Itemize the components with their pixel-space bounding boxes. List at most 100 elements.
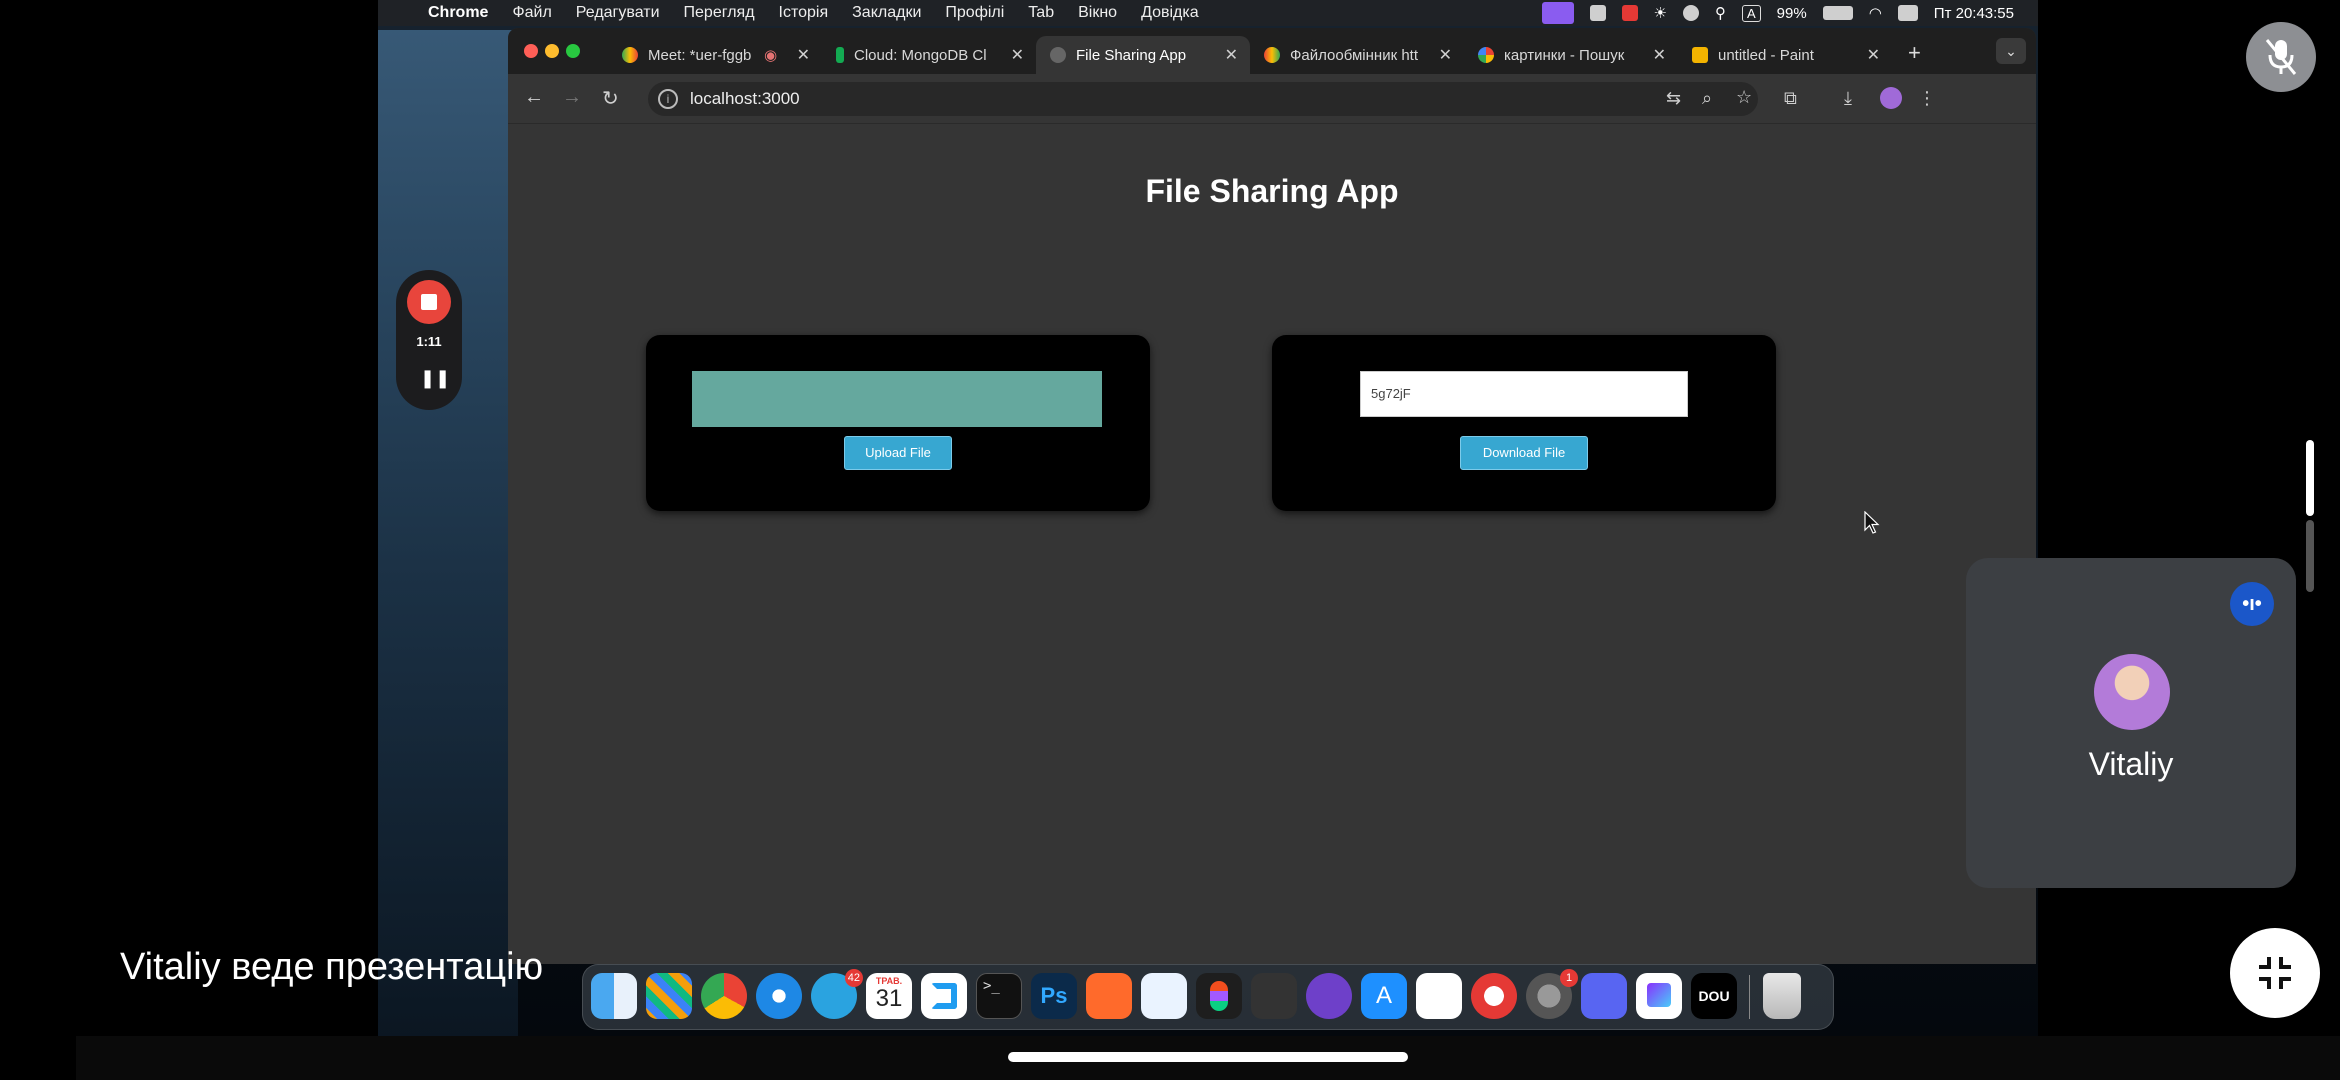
tab-file-sharing-app[interactable]: File Sharing App ✕ (1036, 36, 1250, 74)
close-tab-icon[interactable]: ✕ (1653, 45, 1666, 65)
recording-time: 1:11 (416, 334, 442, 349)
tab-google-images[interactable]: картинки - Пошук ✕ (1464, 36, 1678, 74)
colorful-favicon-icon (1264, 47, 1280, 63)
url-text[interactable]: localhost:3000 (690, 89, 800, 109)
tab-title: Cloud: MongoDB Cl (854, 46, 987, 64)
browser-window: Meet: *uer-fggb ◉ ✕ Cloud: MongoDB Cl ✕ … (508, 28, 2036, 964)
input-source-icon[interactable]: A (1741, 4, 1761, 22)
bookmark-star-icon[interactable]: ☆ (1736, 87, 1752, 108)
dou-icon[interactable]: DOU (1691, 973, 1737, 1019)
system-settings-icon[interactable]: 1 (1526, 969, 1578, 1019)
github-icon[interactable] (1306, 973, 1352, 1019)
participant-tile[interactable]: •ı• Vitaliy (1966, 558, 2296, 888)
vscode-icon[interactable] (921, 973, 967, 1019)
status-icon[interactable] (1621, 5, 1638, 21)
mic-muted-icon[interactable] (2246, 22, 2316, 92)
app-store-icon[interactable]: A (1361, 973, 1407, 1019)
translate-icon[interactable]: ⇆ (1666, 88, 1681, 109)
back-button[interactable]: ← (524, 86, 544, 109)
menu-file[interactable]: Файл (512, 4, 551, 22)
close-tab-icon[interactable]: ✕ (1225, 45, 1238, 65)
calendar-icon[interactable]: ТРАВ. 31 (866, 973, 912, 1019)
download-icon[interactable]: ⤓ (1844, 88, 1852, 109)
reminders-icon[interactable] (1416, 973, 1462, 1019)
discord-icon[interactable] (1581, 973, 1627, 1019)
new-tab-button[interactable]: + (1908, 40, 1921, 66)
close-window-button[interactable] (524, 44, 538, 58)
zoom-window-button[interactable] (566, 44, 580, 58)
sun-icon[interactable]: ☀ (1654, 4, 1667, 22)
safari-icon[interactable] (756, 973, 802, 1019)
profile-avatar[interactable] (1880, 87, 1902, 109)
tab-bar: Meet: *uer-fggb ◉ ✕ Cloud: MongoDB Cl ✕ … (508, 28, 2036, 74)
menu-help[interactable]: Довідка (1141, 4, 1199, 22)
telegram-icon[interactable]: 42 (811, 969, 863, 1019)
tab-mongodb[interactable]: Cloud: MongoDB Cl ✕ (822, 36, 1036, 74)
antenna-icon[interactable]: ⚲ (1715, 4, 1726, 22)
speaking-indicator-icon: •ı• (2230, 582, 2274, 626)
home-indicator[interactable] (1008, 1052, 1408, 1062)
wifi-icon[interactable]: ◠ (1869, 4, 1882, 22)
address-bar[interactable]: i localhost:3000 ⇆ ⌕ ☆ (648, 82, 1758, 116)
menubar-clock[interactable]: Пт 20:43:55 (1934, 5, 2014, 22)
pause-icon[interactable]: ❚❚ (420, 368, 450, 389)
upload-card: Upload File (646, 335, 1150, 511)
stop-recording-button[interactable] (407, 280, 451, 324)
minimize-window-button[interactable] (545, 44, 559, 58)
status-icon[interactable] (1589, 5, 1606, 21)
tab-file-exchanger[interactable]: Файлообмінник htt ✕ (1250, 36, 1464, 74)
calculator-icon[interactable] (1251, 973, 1297, 1019)
globe-icon (1050, 47, 1066, 63)
shared-screen: Chrome Файл Редагувати Перегляд Історія … (378, 0, 2038, 1036)
photoshop-icon[interactable]: Ps (1031, 973, 1077, 1019)
figma-icon[interactable] (1196, 973, 1242, 1019)
meet-stage: Chrome Файл Редагувати Перегляд Історія … (0, 0, 2340, 1080)
instruments-icon[interactable] (1471, 973, 1517, 1019)
menu-bookmarks[interactable]: Закладки (852, 4, 921, 22)
collapse-screen-icon[interactable] (2230, 928, 2320, 1018)
battery-icon[interactable] (1822, 6, 1853, 20)
download-file-button[interactable]: Download File (1460, 436, 1588, 470)
tab-search-button[interactable]: ⌄ (1996, 38, 2026, 64)
site-info-icon[interactable]: i (658, 89, 678, 109)
control-center-icon[interactable] (1897, 5, 1918, 21)
scroll-indicator[interactable] (2306, 520, 2314, 592)
forward-button[interactable]: → (562, 86, 582, 109)
menu-profiles[interactable]: Профілі (945, 4, 1004, 22)
pencil-app-icon[interactable] (1086, 973, 1132, 1019)
close-tab-icon[interactable]: ✕ (1439, 45, 1452, 65)
terminal-icon[interactable]: >_ (976, 973, 1022, 1019)
tab-paint[interactable]: untitled - Paint ✕ (1678, 36, 1892, 74)
paint-favicon-icon (1692, 47, 1708, 63)
zoom-icon[interactable]: ⌕ (1702, 88, 1712, 109)
reload-button[interactable]: ↻ (602, 86, 619, 111)
file-code-input[interactable]: 5g72jF (1360, 371, 1688, 417)
menubar-app-name[interactable]: Chrome (428, 4, 488, 22)
browser-menu-icon[interactable]: ⋮ (1918, 88, 1936, 109)
close-tab-icon[interactable]: ✕ (1011, 45, 1024, 65)
menu-window[interactable]: Вікно (1078, 4, 1117, 22)
extensions-icon[interactable]: ⧉ (1784, 88, 1797, 109)
trash-icon[interactable] (1763, 973, 1801, 1019)
close-tab-icon[interactable]: ✕ (797, 45, 810, 65)
file-input[interactable] (692, 371, 1102, 427)
finder-icon[interactable] (591, 973, 637, 1019)
tab-meet[interactable]: Meet: *uer-fggb ◉ ✕ (608, 36, 822, 74)
mac-dock: 42 ТРАВ. 31 >_ Ps A 1 DOU (582, 964, 1834, 1030)
chrome-icon[interactable] (701, 973, 747, 1019)
status-icon[interactable] (1682, 5, 1699, 21)
screen-share-icon[interactable] (1541, 2, 1574, 24)
tab-title: Файлообмінник htt (1290, 46, 1418, 64)
close-tab-icon[interactable]: ✕ (1867, 45, 1880, 65)
clickup-icon[interactable] (1636, 973, 1682, 1019)
launchpad-icon[interactable] (646, 973, 692, 1019)
menu-view[interactable]: Перегляд (684, 4, 755, 22)
menu-tab[interactable]: Tab (1028, 4, 1054, 22)
menu-edit[interactable]: Редагувати (576, 4, 660, 22)
upload-file-button[interactable]: Upload File (844, 436, 952, 470)
scroll-indicator[interactable] (2306, 440, 2314, 516)
menu-history[interactable]: Історія (779, 4, 829, 22)
mongodb-favicon-icon (836, 47, 844, 63)
telegram-badge: 42 (844, 969, 863, 987)
xcode-icon[interactable] (1141, 973, 1187, 1019)
